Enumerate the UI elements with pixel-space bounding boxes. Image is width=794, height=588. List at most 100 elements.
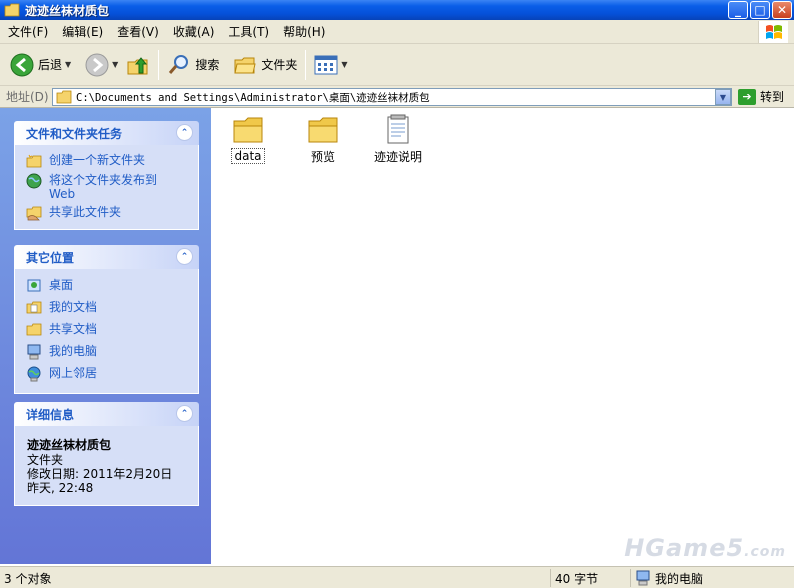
up-button[interactable] xyxy=(122,49,154,81)
file-label: 迹迹说明 xyxy=(373,150,422,164)
folder-icon xyxy=(233,117,263,143)
address-bar: 地址(D) C:\Documents and Settings\Administ… xyxy=(0,86,794,108)
views-icon xyxy=(314,55,338,74)
details-item-name: 迹迹丝袜材质包 xyxy=(27,438,112,452)
task-label: 共享此文件夹 xyxy=(49,205,122,219)
place-network[interactable]: 网上邻居 xyxy=(15,363,198,385)
views-button[interactable]: ▼ xyxy=(310,49,351,81)
chevron-down-icon[interactable]: ▼ xyxy=(341,60,347,69)
go-arrow-icon: ➔ xyxy=(738,88,756,105)
title-bar[interactable]: 迹迹丝袜材质包 _ □ ✕ xyxy=(0,0,794,20)
task-label: 我的文档 xyxy=(49,300,98,314)
menu-tools[interactable]: 工具(T) xyxy=(222,23,275,40)
file-tasks-header[interactable]: 文件和文件夹任务 ⌃ xyxy=(14,121,199,145)
task-share-folder[interactable]: 共享此文件夹 xyxy=(15,203,198,223)
shared-folder-icon xyxy=(26,206,42,221)
file-item-preview[interactable]: 预览 xyxy=(288,116,358,165)
search-label: 搜索 xyxy=(195,58,220,72)
details-modified-time: 昨天, 22:48 xyxy=(27,481,94,495)
collapse-chevron-icon[interactable]: ⌃ xyxy=(176,405,193,422)
menu-view[interactable]: 查看(V) xyxy=(111,23,165,40)
globe-icon xyxy=(26,173,42,189)
window-title: 迹迹丝袜材质包 xyxy=(25,3,110,18)
watermark-suffix: .com xyxy=(744,544,786,560)
go-button[interactable]: ➔ 转到 xyxy=(738,88,784,105)
task-label: 共享文档 xyxy=(49,322,98,336)
place-my-computer[interactable]: 我的电脑 xyxy=(15,341,198,363)
minimize-button[interactable]: _ xyxy=(728,1,748,19)
folder-icon xyxy=(56,90,72,104)
other-places-panel: 其它位置 ⌃ 桌面 我的文档 共享文档 我的电脑 网上邻居 xyxy=(14,245,199,394)
collapse-chevron-icon[interactable]: ⌃ xyxy=(176,124,193,141)
computer-icon xyxy=(27,344,41,360)
back-button[interactable]: 后退 ▼ xyxy=(6,49,75,81)
details-header[interactable]: 详细信息 ⌃ xyxy=(14,402,199,426)
search-icon xyxy=(169,54,189,74)
details-panel: 详细信息 ⌃ 迹迹丝袜材质包 文件夹 修改日期: 2011年2月20日 昨天, … xyxy=(14,402,199,506)
new-folder-icon xyxy=(26,154,42,168)
network-icon xyxy=(27,366,41,382)
text-file-icon xyxy=(387,114,409,144)
back-arrow-icon xyxy=(10,53,34,76)
folder-icon xyxy=(308,117,338,143)
file-label: data xyxy=(231,148,265,164)
place-desktop[interactable]: 桌面 xyxy=(15,275,198,297)
folders-label: 文件夹 xyxy=(261,58,298,72)
file-label: 预览 xyxy=(310,150,335,164)
place-my-documents[interactable]: 我的文档 xyxy=(15,297,198,319)
close-icon: ✕ xyxy=(776,3,788,17)
watermark-text: HGame5 xyxy=(624,534,745,562)
status-location: 我的电脑 xyxy=(655,571,704,586)
menu-bar: 文件(F) 编辑(E) 查看(V) 收藏(A) 工具(T) 帮助(H) xyxy=(0,20,794,44)
task-label: 将这个文件夹发布到 Web xyxy=(49,173,158,201)
site-watermark: HGame5.com xyxy=(624,534,786,562)
maximize-icon: □ xyxy=(754,3,766,17)
task-label: 创建一个新文件夹 xyxy=(49,153,146,167)
computer-icon xyxy=(636,570,650,586)
address-label: 地址(D) xyxy=(6,90,49,104)
place-shared-documents[interactable]: 共享文档 xyxy=(15,319,198,341)
task-label: 桌面 xyxy=(49,278,74,292)
search-button[interactable]: 搜索 xyxy=(163,49,223,81)
address-input[interactable]: C:\Documents and Settings\Administrator\… xyxy=(52,88,732,106)
other-places-header[interactable]: 其它位置 ⌃ xyxy=(14,245,199,269)
close-button[interactable]: ✕ xyxy=(772,1,792,19)
file-item-data[interactable]: data xyxy=(213,116,283,164)
folders-button[interactable]: 文件夹 xyxy=(229,49,301,81)
status-location-cell: 我的电脑 xyxy=(630,569,794,587)
collapse-chevron-icon[interactable]: ⌃ xyxy=(176,248,193,265)
menu-help[interactable]: 帮助(H) xyxy=(277,23,331,40)
documents-icon xyxy=(26,301,42,314)
menu-favorites[interactable]: 收藏(A) xyxy=(167,23,221,40)
maximize-button[interactable]: □ xyxy=(750,1,770,19)
folder-icon xyxy=(4,3,20,17)
folders-icon xyxy=(234,57,256,73)
toolbar-divider xyxy=(158,49,160,80)
status-size: 40 字节 xyxy=(555,571,599,586)
menu-file[interactable]: 文件(F) xyxy=(2,23,54,40)
back-label: 后退 xyxy=(38,58,63,72)
file-item-readme[interactable]: 迹迹说明 xyxy=(363,114,433,165)
folder-up-icon xyxy=(127,56,148,74)
status-size-cell: 40 字节 xyxy=(550,569,630,587)
status-object-count: 3 个对象 xyxy=(4,572,52,586)
task-publish-web[interactable]: 将这个文件夹发布到 Web xyxy=(15,171,198,203)
address-path: C:\Documents and Settings\Administrator\… xyxy=(76,91,430,104)
forward-arrow-icon xyxy=(85,53,109,76)
panel-title: 文件和文件夹任务 xyxy=(26,126,123,141)
go-label: 转到 xyxy=(760,90,785,104)
chevron-down-icon[interactable]: ▼ xyxy=(65,60,71,69)
task-new-folder[interactable]: 创建一个新文件夹 xyxy=(15,151,198,171)
chevron-down-icon[interactable]: ▼ xyxy=(112,60,118,69)
task-pane: 文件和文件夹任务 ⌃ 创建一个新文件夹 将这个文件夹发布到 Web 共享此文件夹… xyxy=(0,108,211,564)
file-tasks-panel: 文件和文件夹任务 ⌃ 创建一个新文件夹 将这个文件夹发布到 Web 共享此文件夹 xyxy=(14,121,199,230)
menu-edit[interactable]: 编辑(E) xyxy=(56,23,109,40)
windows-logo-icon xyxy=(758,21,788,43)
file-view[interactable]: data 预览 迹迹说明 HGame5.com xyxy=(211,108,794,564)
panel-title: 详细信息 xyxy=(26,407,75,422)
chevron-down-icon: ▼ xyxy=(719,92,727,102)
forward-button[interactable]: ▼ xyxy=(81,49,122,81)
status-bar: 3 个对象 40 字节 我的电脑 xyxy=(0,566,794,588)
address-dropdown-button[interactable]: ▼ xyxy=(715,89,731,105)
folder-icon xyxy=(26,323,42,336)
